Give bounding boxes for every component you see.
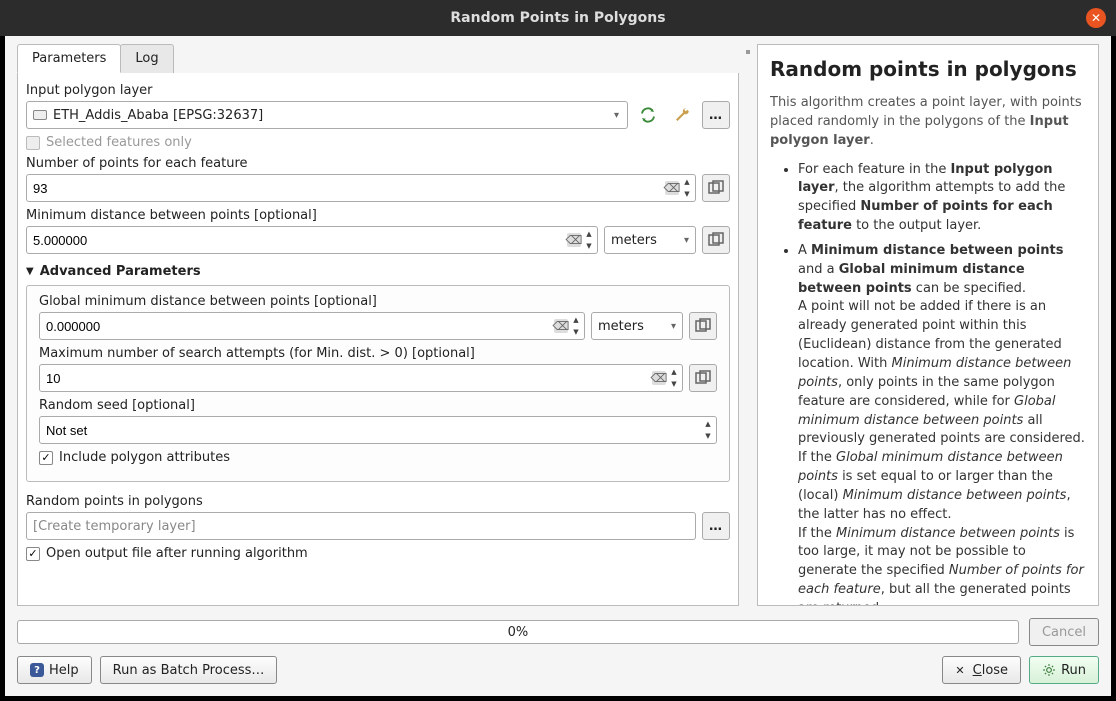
cancel-button: Cancel [1029, 618, 1099, 646]
help-panel: Random points in polygons This algorithm… [757, 44, 1099, 606]
window-title: Random Points in Polygons [450, 10, 665, 26]
close-icon: ✕ [1091, 11, 1101, 25]
spin-up[interactable]: ▲ [681, 176, 693, 188]
tab-bar: Parameters Log [17, 44, 739, 73]
selected-features-checkbox-row: Selected features only [26, 135, 730, 150]
data-override-icon [708, 180, 724, 196]
include-attrs-checkbox[interactable] [39, 451, 53, 465]
progress-bar: 0% [17, 620, 1019, 644]
max-attempts-input[interactable]: ⌫ ▲▼ [39, 364, 683, 392]
max-attempts-label: Maximum number of search attempts (for M… [39, 346, 717, 361]
tab-log[interactable]: Log [120, 44, 173, 73]
browse-layer-button[interactable]: … [702, 101, 730, 129]
num-points-label: Number of points for each feature [26, 156, 730, 171]
spin-up[interactable]: ▲ [702, 418, 714, 430]
batch-button[interactable]: Run as Batch Process… [100, 656, 278, 684]
clear-icon[interactable]: ⌫ [665, 181, 679, 195]
splitter-handle[interactable] [745, 44, 751, 606]
tab-parameters[interactable]: Parameters [17, 44, 121, 73]
data-defined-button[interactable] [702, 174, 730, 202]
parameters-form: Input polygon layer ETH_Addis_Ababa [EPS… [18, 73, 738, 605]
clear-icon[interactable]: ⌫ [554, 319, 568, 333]
spin-up[interactable]: ▲ [668, 366, 680, 378]
data-override-icon [708, 232, 724, 248]
progress-text: 0% [508, 625, 529, 640]
help-intro: This algorithm creates a point layer, wi… [770, 94, 1086, 151]
input-layer-label: Input polygon layer [26, 83, 730, 98]
x-icon [955, 663, 967, 678]
spin-down[interactable]: ▼ [668, 378, 680, 390]
help-icon: ? [30, 663, 44, 677]
output-label: Random points in polygons [26, 494, 730, 509]
gear-icon [1042, 663, 1056, 677]
global-min-input[interactable]: ⌫ ▲▼ [39, 312, 585, 340]
run-button[interactable]: Run [1029, 656, 1099, 684]
spin-up[interactable]: ▲ [570, 314, 582, 326]
spin-down[interactable]: ▼ [570, 326, 582, 338]
min-dist-unit-select[interactable]: meters [604, 226, 696, 254]
min-dist-input[interactable]: ⌫ ▲▼ [26, 226, 598, 254]
global-min-label: Global minimum distance between points [… [39, 294, 717, 309]
min-dist-label: Minimum distance between points [optiona… [26, 208, 730, 223]
iterate-button[interactable] [634, 101, 662, 129]
data-defined-button[interactable] [702, 226, 730, 254]
open-after-checkbox[interactable] [26, 547, 40, 561]
help-list: For each feature in the Input polygon la… [770, 161, 1086, 606]
advanced-parameters-box: Global minimum distance between points [… [26, 285, 730, 482]
selected-features-checkbox [26, 136, 40, 150]
global-min-unit-select[interactable]: meters [591, 312, 683, 340]
spin-down[interactable]: ▼ [702, 430, 714, 442]
close-button[interactable]: Close [942, 656, 1021, 684]
spin-down[interactable]: ▼ [681, 188, 693, 200]
seed-label: Random seed [optional] [39, 398, 717, 413]
help-title: Random points in polygons [770, 55, 1086, 84]
seed-input[interactable]: ▲▼ [39, 416, 717, 444]
data-override-icon [695, 370, 711, 386]
titlebar: Random Points in Polygons ✕ [0, 0, 1116, 36]
open-after-row[interactable]: Open output file after running algorithm [26, 546, 730, 561]
output-path-input[interactable]: [Create temporary layer] [26, 512, 696, 540]
spin-up[interactable]: ▲ [583, 228, 595, 240]
data-defined-button[interactable] [689, 312, 717, 340]
include-attrs-row[interactable]: Include polygon attributes [39, 450, 717, 465]
iterate-icon [639, 106, 657, 124]
polygon-layer-icon [33, 110, 47, 120]
spin-down[interactable]: ▼ [583, 240, 595, 252]
clear-icon[interactable]: ⌫ [652, 371, 666, 385]
window-close-button[interactable]: ✕ [1086, 8, 1106, 28]
data-override-icon [695, 318, 711, 334]
input-layer-combo[interactable]: ETH_Addis_Ababa [EPSG:32637] [26, 101, 628, 129]
data-defined-button[interactable] [689, 364, 717, 392]
help-button[interactable]: ? Help [17, 656, 92, 684]
advanced-options-button[interactable] [668, 101, 696, 129]
wrench-icon [673, 106, 691, 124]
advanced-parameters-toggle[interactable]: Advanced Parameters [26, 264, 730, 279]
num-points-input[interactable]: ⌫ ▲▼ [26, 174, 696, 202]
browse-output-button[interactable]: … [702, 512, 730, 540]
clear-icon[interactable]: ⌫ [567, 233, 581, 247]
